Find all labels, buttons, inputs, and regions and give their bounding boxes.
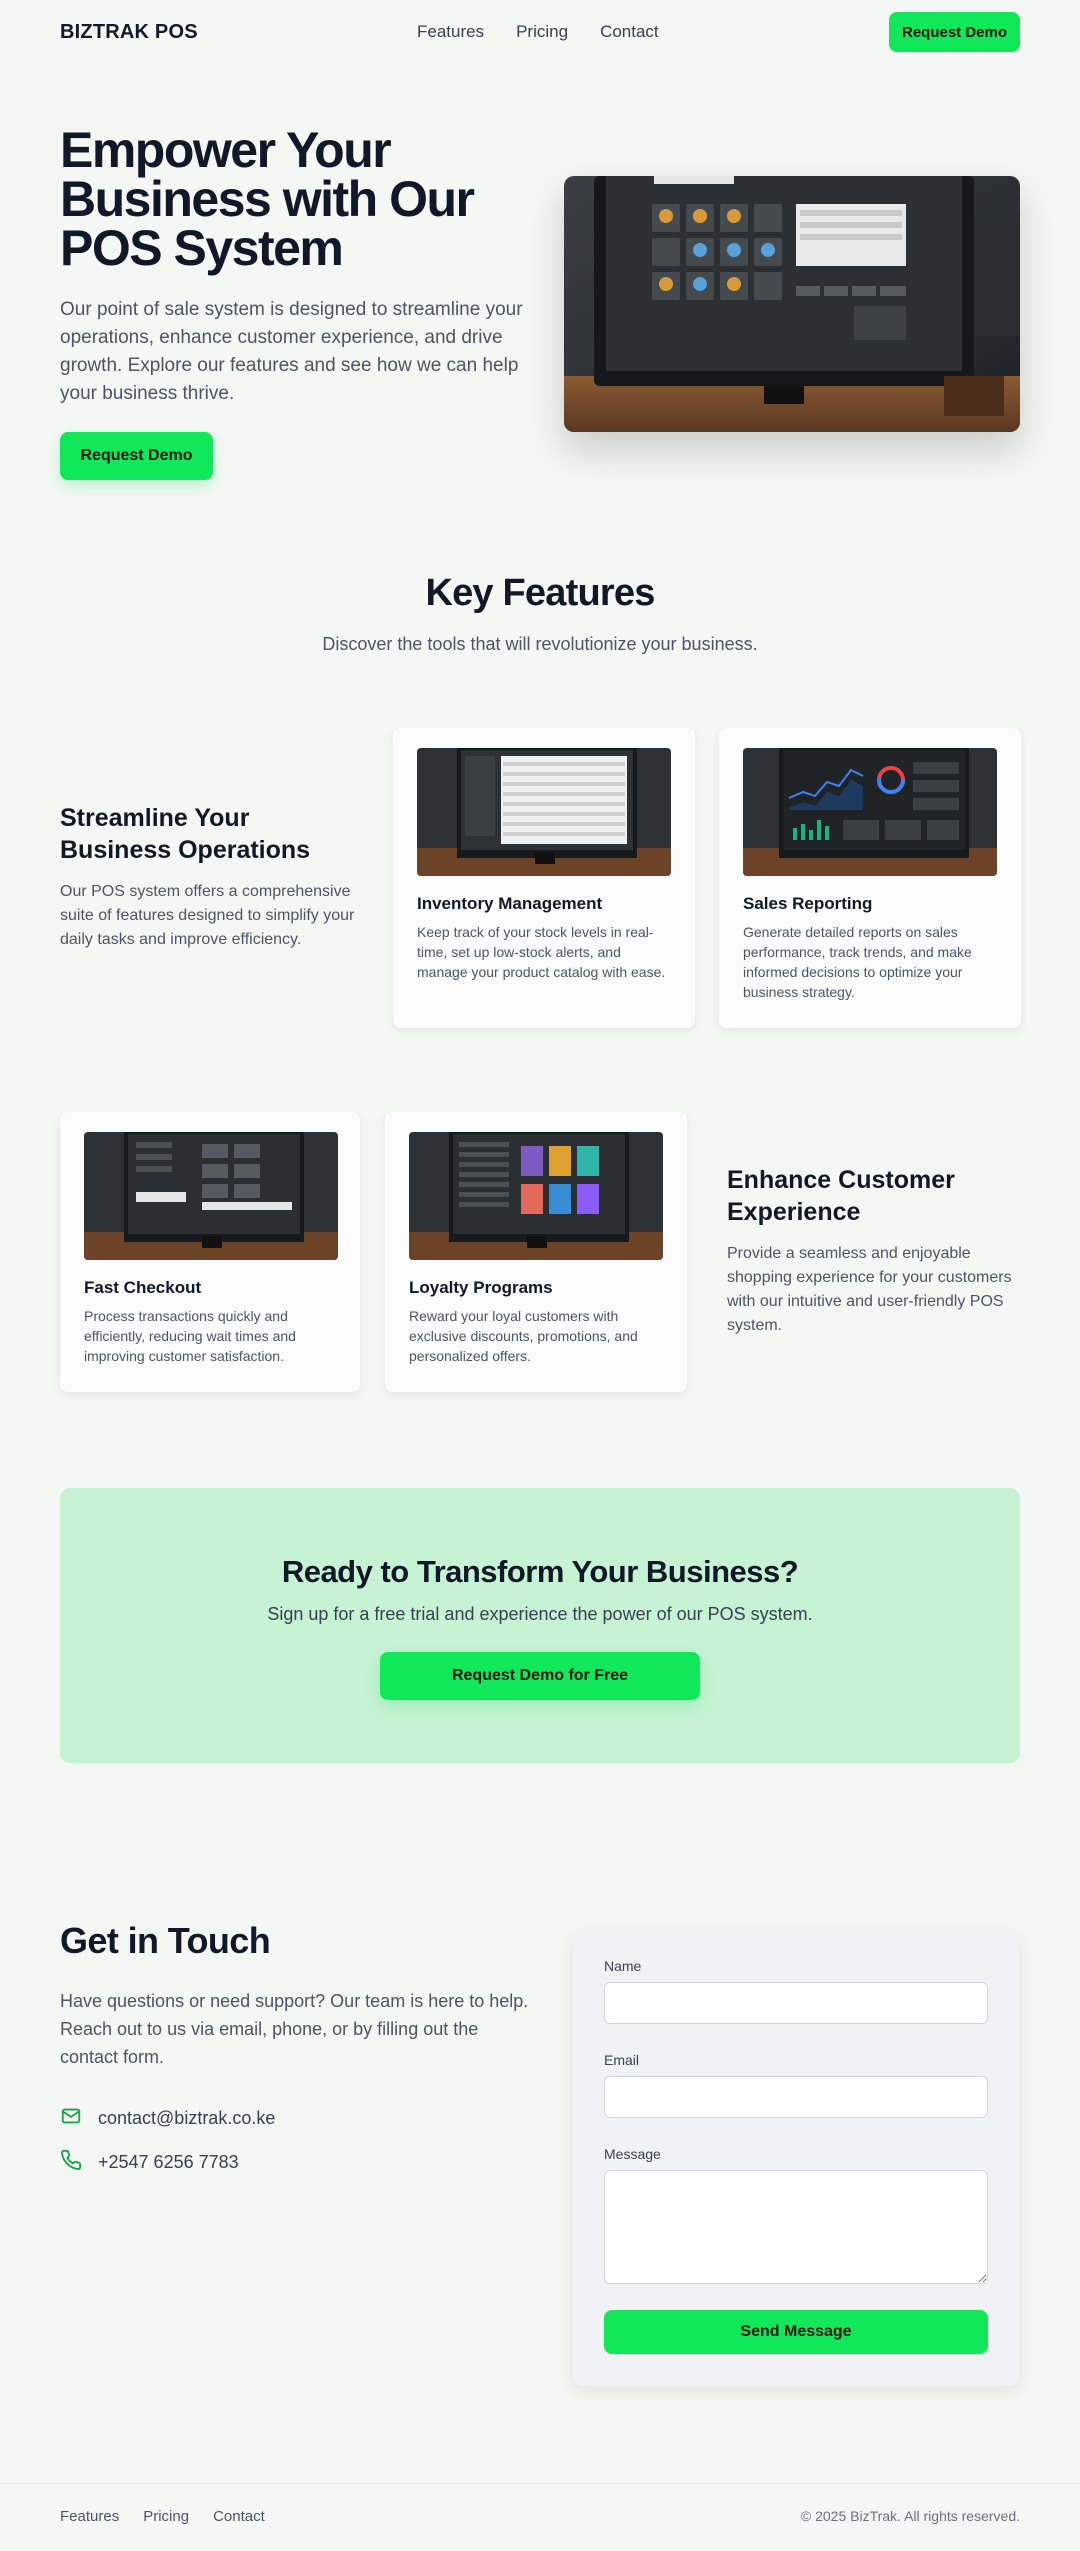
hero-request-demo-button[interactable]: Request Demo <box>60 432 213 480</box>
send-message-button[interactable]: Send Message <box>604 2310 988 2354</box>
feature-card-sales-reporting[interactable]: Sales Reporting Generate detailed report… <box>719 728 1021 1028</box>
card-description: Process transactions quickly and efficie… <box>84 1308 296 1364</box>
inventory-screenshot <box>417 748 671 876</box>
cta-title: Ready to Transform Your Business? <box>281 1554 799 1589</box>
contact-title: Get in Touch <box>60 1920 271 1961</box>
feature-card-inventory[interactable]: Inventory Management Keep track of your … <box>393 728 695 1028</box>
feature-card-loyalty-programs[interactable]: Loyalty Programs Reward your loyal custo… <box>385 1112 687 1392</box>
contact-phone[interactable]: +2547 6256 7783 <box>98 2152 239 2173</box>
footer-link-features[interactable]: Features <box>60 2508 119 2525</box>
contact-description: Have questions or need support? Our team… <box>60 1991 529 2067</box>
feature-group-customer: Enhance Customer Experience Provide a se… <box>727 1164 1017 1338</box>
message-field[interactable] <box>604 2170 988 2284</box>
nav-features[interactable]: Features <box>417 22 484 42</box>
header-request-demo-button[interactable]: Request Demo <box>889 12 1020 52</box>
footer-link-contact[interactable]: Contact <box>213 2508 265 2525</box>
phone-icon <box>60 2149 82 2176</box>
footer-nav: Features Pricing Contact <box>60 2508 265 2525</box>
name-field[interactable] <box>604 1982 988 2024</box>
nav-pricing[interactable]: Pricing <box>516 22 568 42</box>
feature-group-title: Enhance Customer Experience <box>727 1166 955 1226</box>
sales-reporting-screenshot <box>743 748 997 876</box>
hero-title: Empower Your Business with Our POS Syste… <box>60 122 475 276</box>
mail-icon <box>60 2105 82 2132</box>
contact-email-row: contact@biztrak.co.ke <box>60 2105 275 2132</box>
card-description: Reward your loyal customers with exclusi… <box>409 1308 638 1364</box>
feature-card-fast-checkout[interactable]: Fast Checkout Process transactions quick… <box>60 1112 360 1392</box>
cta-subtitle: Sign up for a free trial and experience … <box>267 1604 813 1624</box>
card-description: Keep track of your stock levels in real-… <box>417 924 666 980</box>
message-label: Message <box>604 2146 661 2162</box>
main-nav: Features Pricing Contact <box>417 22 659 42</box>
copyright: © 2025 BizTrak. All rights reserved. <box>800 2508 1020 2524</box>
email-field[interactable] <box>604 2076 988 2118</box>
logo[interactable]: BIZTRAK POS <box>60 21 198 44</box>
fast-checkout-screenshot <box>84 1132 338 1260</box>
footer-divider <box>0 2483 1080 2484</box>
contact-form: Name Email Message Send Message <box>572 1928 1020 2386</box>
features-subtitle: Discover the tools that will revolutioni… <box>322 634 758 654</box>
card-title: Sales Reporting <box>743 894 873 913</box>
card-title: Inventory Management <box>417 894 603 913</box>
contact-phone-row: +2547 6256 7783 <box>60 2149 239 2176</box>
feature-group-description: Provide a seamless and enjoyable shoppin… <box>727 1245 1012 1334</box>
card-description: Generate detailed reports on sales perfo… <box>743 924 972 1000</box>
card-title: Fast Checkout <box>84 1278 202 1297</box>
feature-group-operations: Streamline Your Business Operations Our … <box>60 802 360 952</box>
hero-image <box>564 176 1020 432</box>
hero-description: Our point of sale system is designed to … <box>60 299 523 404</box>
name-label: Name <box>604 1958 642 1974</box>
cta-request-demo-button[interactable]: Request Demo for Free <box>380 1652 700 1700</box>
footer-link-pricing[interactable]: Pricing <box>143 2508 189 2525</box>
contact-email[interactable]: contact@biztrak.co.ke <box>98 2108 275 2129</box>
card-title: Loyalty Programs <box>409 1278 553 1297</box>
features-title: Key Features <box>425 572 655 614</box>
nav-contact[interactable]: Contact <box>600 22 659 42</box>
feature-group-description: Our POS system offers a comprehensive su… <box>60 883 355 948</box>
loyalty-programs-screenshot <box>409 1132 663 1260</box>
cta-banner: Ready to Transform Your Business? Sign u… <box>60 1488 1020 1763</box>
feature-group-title: Streamline Your Business Operations <box>60 804 311 864</box>
email-label: Email <box>604 2052 640 2068</box>
